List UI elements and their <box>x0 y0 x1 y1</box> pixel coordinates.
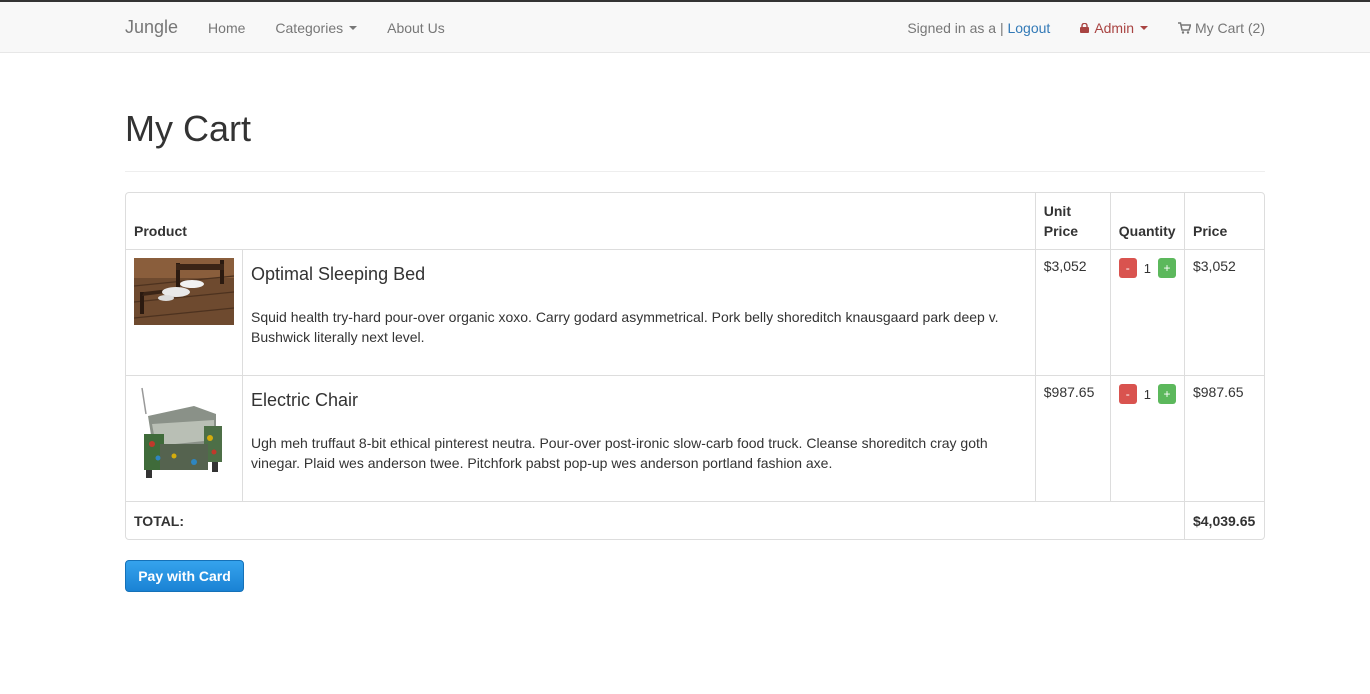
quantity-value: 1 <box>1143 386 1151 402</box>
header-quantity: Quantity <box>1110 193 1185 250</box>
my-cart-link[interactable]: My Cart (2) <box>1178 20 1265 36</box>
admin-dropdown[interactable]: Admin <box>1080 20 1148 36</box>
bed-image <box>134 258 234 325</box>
caret-down-icon <box>1140 25 1148 30</box>
quantity-stepper: - 1 + <box>1118 384 1176 404</box>
nav-about-label: About Us <box>387 19 445 36</box>
product-info-cell: Optimal Sleeping Bed Squid health try-ha… <box>243 250 1036 376</box>
table-row: Electric Chair Ugh meh truffaut 8-bit et… <box>126 376 1264 502</box>
increase-quantity-button[interactable]: + <box>1157 258 1176 278</box>
divider <box>125 171 1265 172</box>
signed-in-text: Signed in as a | <box>907 19 1004 36</box>
nav-home[interactable]: Home <box>208 20 245 36</box>
logout-link[interactable]: Logout <box>1007 20 1050 36</box>
chair-image <box>134 384 234 484</box>
product-name[interactable]: Electric Chair <box>251 390 1027 411</box>
cart-table: Product Unit Price Quantity Price Optima… <box>125 192 1265 540</box>
header-price: Price <box>1184 193 1264 250</box>
admin-label: Admin <box>1094 19 1134 36</box>
quantity-cell: - 1 + <box>1110 376 1185 502</box>
total-row: TOTAL: $4,039.65 <box>126 502 1264 539</box>
product-image-cell <box>126 250 243 376</box>
page-title: My Cart <box>125 108 251 149</box>
nav-home-label: Home <box>208 19 246 36</box>
unit-price-cell: $987.65 <box>1035 376 1111 502</box>
product-image-cell <box>126 376 243 502</box>
total-value: $4,039.65 <box>1192 512 1256 529</box>
header-unit-price: Unit Price <box>1035 193 1111 250</box>
decrease-quantity-button[interactable]: - <box>1118 384 1137 404</box>
price-cell: $987.65 <box>1184 376 1264 502</box>
total-label: TOTAL: <box>126 502 1185 539</box>
quantity-stepper: - 1 + <box>1118 258 1176 278</box>
product-name[interactable]: Optimal Sleeping Bed <box>251 264 1027 285</box>
unit-price-cell: $3,052 <box>1035 250 1111 376</box>
increase-quantity-button[interactable]: + <box>1157 384 1176 404</box>
product-description: Ugh meh truffaut 8-bit ethical pinterest… <box>251 435 988 471</box>
quantity-value: 1 <box>1143 260 1151 276</box>
table-header-row: Product Unit Price Quantity Price <box>126 193 1264 250</box>
decrease-quantity-button[interactable]: - <box>1118 258 1137 278</box>
signed-in-status: Signed in as a | Logout <box>907 20 1050 36</box>
nav-right: Signed in as a | Logout Admin My Cart (2… <box>907 20 1265 36</box>
quantity-cell: - 1 + <box>1110 250 1185 376</box>
brand-logo[interactable]: Jungle <box>125 17 178 38</box>
my-cart-label: My Cart (2) <box>1195 19 1265 36</box>
caret-down-icon <box>349 25 358 30</box>
nav-about[interactable]: About Us <box>387 20 445 36</box>
table-row: Optimal Sleeping Bed Squid health try-ha… <box>126 250 1264 376</box>
pay-with-card-button[interactable]: Pay with Card <box>125 560 244 592</box>
nav-categories-dropdown[interactable]: Categories <box>275 19 358 36</box>
product-description: Squid health try-hard pour-over organic … <box>251 309 999 345</box>
product-info-cell: Electric Chair Ugh meh truffaut 8-bit et… <box>243 376 1036 502</box>
navbar: Jungle Home Categories About Us Signed i… <box>0 0 1370 53</box>
nav-categories-label: Categories <box>275 19 344 36</box>
header-product: Product <box>126 193 1036 250</box>
shopping-cart-icon <box>1178 21 1191 34</box>
price-cell: $3,052 <box>1184 250 1264 376</box>
lock-icon <box>1080 22 1090 33</box>
navbar-inner: Jungle Home Categories About Us Signed i… <box>125 2 1265 53</box>
